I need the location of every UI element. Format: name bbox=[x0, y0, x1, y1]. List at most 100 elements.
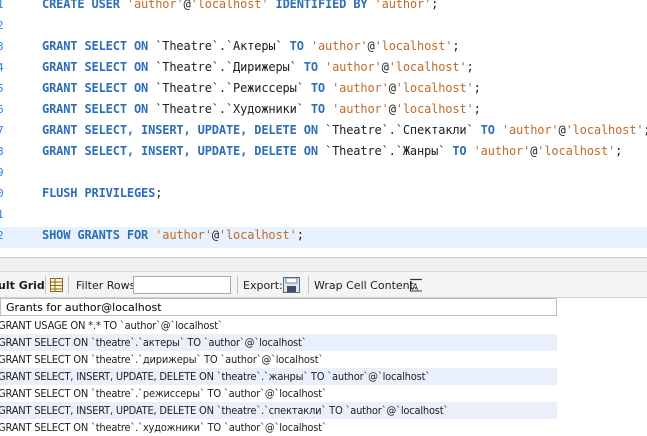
code-text: CREATE USER 'author'@'localhost' IDENTIF… bbox=[42, 0, 438, 11]
code-token: 'author' bbox=[501, 123, 559, 137]
code-token: `Художники` bbox=[225, 102, 304, 116]
code-token: TO bbox=[303, 102, 333, 116]
code-token: . bbox=[218, 39, 226, 53]
code-token: 'localhost' bbox=[374, 39, 453, 53]
table-row[interactable]: GRANT SELECT ON `theatre`.`дирижеры` TO … bbox=[0, 351, 557, 368]
filter-rows-label: Filter Rows: bbox=[76, 279, 140, 292]
panel-splitter[interactable] bbox=[0, 257, 647, 272]
editor-line[interactable]: 4 GRANT SELECT ON `Theatre`.`Дирижеры` TO… bbox=[0, 59, 647, 80]
code-token: 'localhost' bbox=[537, 144, 616, 158]
wrap-text-icon[interactable]: A bbox=[409, 278, 423, 292]
grid-column-header[interactable]: Grants for author@localhost bbox=[0, 298, 557, 316]
code-token: `Режиссеры` bbox=[225, 81, 304, 95]
table-cell[interactable]: GRANT SELECT ON `theatre`.`режиссеры` TO… bbox=[0, 387, 327, 400]
line-number: 6 bbox=[0, 103, 4, 116]
code-token: 'localhost' bbox=[565, 123, 644, 137]
code-token: ; bbox=[473, 102, 481, 116]
code-text: GRANT SELECT ON `Theatre`.`Режиссеры` TO… bbox=[42, 81, 481, 95]
table-row[interactable]: GRANT SELECT, INSERT, UPDATE, DELETE ON … bbox=[0, 402, 557, 419]
code-token: TO bbox=[445, 144, 474, 158]
table-cell[interactable]: GRANT SELECT ON `theatre`.`актеры` TO `a… bbox=[0, 336, 307, 349]
table-row[interactable]: GRANT SELECT ON `theatre`.`художники` TO… bbox=[0, 419, 557, 436]
code-token: 'localhost' bbox=[395, 81, 474, 95]
code-token: `Theatre` bbox=[155, 60, 219, 74]
code-token: @ bbox=[388, 102, 396, 116]
code-text: GRANT SELECT ON `Theatre`.`Актеры` TO 'a… bbox=[42, 39, 460, 53]
code-token: . bbox=[218, 60, 226, 74]
line-number: 1 bbox=[0, 0, 4, 11]
editor-line[interactable]: 6 GRANT SELECT ON `Theatre`.`Художники` T… bbox=[0, 101, 647, 122]
line-number: 4 bbox=[0, 61, 4, 74]
table-cell[interactable]: GRANT USAGE ON *.* TO `author`@`localhos… bbox=[0, 319, 223, 332]
table-row[interactable]: GRANT SELECT ON `theatre`.`актеры` TO `a… bbox=[0, 334, 557, 351]
code-token: CREATE USER bbox=[42, 0, 127, 11]
table-row[interactable]: GRANT USAGE ON *.* TO `author`@`localhos… bbox=[0, 317, 557, 334]
code-token: 'author' bbox=[126, 0, 184, 11]
code-token: TO bbox=[473, 123, 502, 137]
table-cell[interactable]: GRANT SELECT ON `theatre`.`дирижеры` TO … bbox=[0, 353, 323, 366]
code-text: SHOW GRANTS FOR 'author'@'localhost'; bbox=[42, 228, 304, 242]
line-number: 0 bbox=[0, 187, 4, 200]
editor-line[interactable]: 0 FLUSH PRIVILEGES; bbox=[0, 185, 647, 206]
code-token: `Theatre` bbox=[325, 144, 389, 158]
code-token: @ bbox=[381, 60, 389, 74]
table-cell[interactable]: GRANT SELECT, INSERT, UPDATE, DELETE ON … bbox=[0, 404, 448, 417]
code-token: `Спектакли` bbox=[395, 123, 474, 137]
code-token: ; bbox=[466, 60, 474, 74]
code-token: GRANT SELECT ON bbox=[42, 102, 156, 116]
code-token: `Theatre` bbox=[155, 102, 219, 116]
code-text: GRANT SELECT ON `Theatre`.`Художники` TO… bbox=[42, 102, 481, 116]
code-token: ; bbox=[296, 228, 304, 242]
code-token: `Дирижеры` bbox=[225, 60, 297, 74]
filter-rows-input[interactable] bbox=[133, 276, 231, 294]
code-token: 'localhost' bbox=[190, 0, 269, 11]
table-row[interactable]: GRANT SELECT ON `theatre`.`режиссеры` TO… bbox=[0, 385, 557, 402]
line-number: 7 bbox=[0, 124, 4, 137]
editor-line[interactable]: 2 bbox=[0, 17, 647, 38]
code-token: . bbox=[218, 102, 226, 116]
code-token: `Theatre` bbox=[325, 123, 389, 137]
result-grid[interactable]: Grants for author@localhost GRANT USAGE … bbox=[0, 298, 647, 436]
code-token: ; bbox=[615, 144, 623, 158]
code-token: `Theatre` bbox=[155, 81, 219, 95]
editor-line[interactable]: 9 bbox=[0, 164, 647, 185]
code-text: GRANT SELECT ON `Theatre`.`Дирижеры` TO … bbox=[42, 60, 474, 74]
code-token: 'author' bbox=[332, 81, 389, 95]
sql-editor[interactable]: 1 CREATE USER 'author'@'localhost' IDENTI… bbox=[0, 0, 647, 257]
code-token: GRANT SELECT, INSERT, UPDATE, DELETE ON bbox=[42, 144, 325, 158]
editor-line[interactable]: 1 CREATE USER 'author'@'localhost' IDENTI… bbox=[0, 0, 647, 17]
line-number: 1 bbox=[0, 208, 4, 221]
line-number: 9 bbox=[0, 166, 4, 179]
editor-line[interactable]: 1 bbox=[0, 206, 647, 227]
code-token: @ bbox=[211, 228, 219, 242]
code-token: TO bbox=[296, 60, 326, 74]
line-number: 8 bbox=[0, 145, 4, 158]
code-token: . bbox=[218, 81, 226, 95]
toolbar-divider bbox=[308, 276, 309, 294]
code-token: ; bbox=[431, 0, 439, 11]
table-cell[interactable]: GRANT SELECT, INSERT, UPDATE, DELETE ON … bbox=[0, 370, 430, 383]
form-grid-icon[interactable] bbox=[50, 278, 63, 292]
editor-line[interactable]: 3 GRANT SELECT ON `Theatre`.`Актеры` TO '… bbox=[0, 38, 647, 59]
table-row[interactable]: GRANT SELECT, INSERT, UPDATE, DELETE ON … bbox=[0, 368, 557, 385]
code-token: . bbox=[388, 123, 396, 137]
table-cell[interactable]: GRANT SELECT ON `theatre`.`художники` TO… bbox=[0, 421, 327, 434]
export-icon[interactable] bbox=[283, 277, 300, 293]
editor-line[interactable]: 5 GRANT SELECT ON `Theatre`.`Режиссеры` T… bbox=[0, 80, 647, 101]
result-grid-tab[interactable]: ult Grid bbox=[0, 279, 45, 292]
code-token: GRANT SELECT ON bbox=[42, 81, 156, 95]
code-token: 'localhost' bbox=[388, 60, 467, 74]
code-token: 'author' bbox=[473, 144, 531, 158]
code-token: TO bbox=[303, 81, 333, 95]
editor-line[interactable]: 2 SHOW GRANTS FOR 'author'@'localhost'; bbox=[0, 227, 647, 248]
line-number: 3 bbox=[0, 40, 4, 53]
code-token: TO bbox=[282, 39, 311, 53]
editor-line[interactable]: 7 GRANT SELECT, INSERT, UPDATE, DELETE ON… bbox=[0, 122, 647, 143]
code-token: ; bbox=[473, 81, 481, 95]
code-token: @ bbox=[388, 81, 396, 95]
code-token: @ bbox=[367, 39, 375, 53]
code-text: GRANT SELECT, INSERT, UPDATE, DELETE ON … bbox=[42, 123, 647, 137]
toolbar-divider bbox=[45, 276, 46, 294]
code-token: ; bbox=[643, 123, 647, 137]
editor-line[interactable]: 8 GRANT SELECT, INSERT, UPDATE, DELETE ON… bbox=[0, 143, 647, 164]
